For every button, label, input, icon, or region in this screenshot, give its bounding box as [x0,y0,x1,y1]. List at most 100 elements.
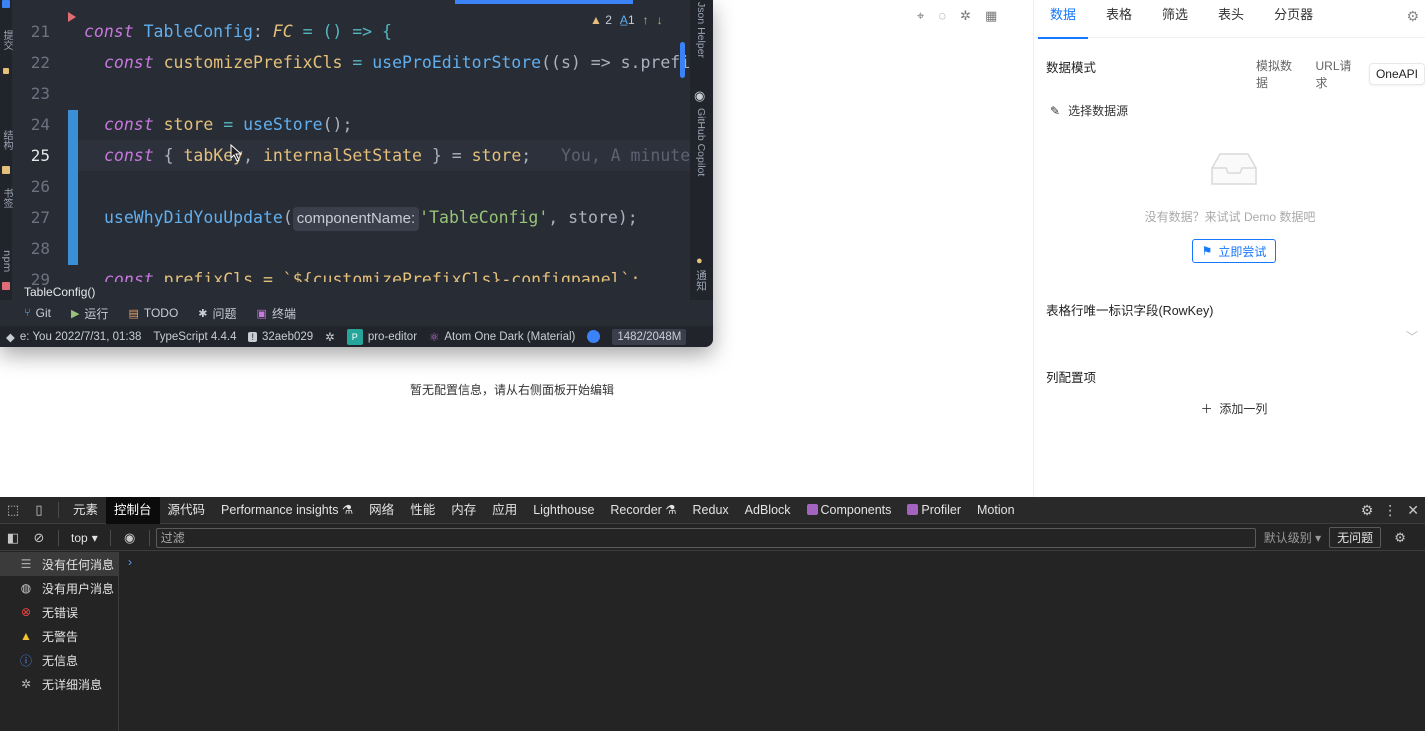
tab-motion[interactable]: Motion [969,497,1023,524]
add-column-label: 添加一列 [1219,402,1268,416]
caret-down-icon: ▾ [91,530,98,545]
kebab-menu-icon[interactable]: ⋮ [1383,502,1397,519]
theme-name: Atom One Dark (Material) [444,330,576,343]
punctuation: : [252,22,273,41]
tab-lighthouse[interactable]: Lighthouse [525,497,602,524]
identifier: store [471,146,522,165]
typescript-status[interactable]: TypeScript 4.4.4 [147,331,242,343]
tab-filter[interactable]: 筛选 [1162,0,1188,38]
sidebar-item-warnings[interactable]: ▲ 无警告 [0,624,118,648]
mode-option-oneapi[interactable]: OneAPI [1368,63,1425,85]
prev-highlight-icon[interactable]: ↑ [643,13,649,27]
next-highlight-icon[interactable]: ↓ [657,13,663,27]
select-data-source[interactable]: ✎ 选择数据源 [1050,102,1128,119]
close-icon[interactable]: ✕ [1407,502,1419,519]
tab-performance-insights[interactable]: Performance insights ⚗ [213,497,361,524]
vcs-change-bar[interactable] [68,110,78,265]
console-settings-icon[interactable]: ⚙ [1387,530,1413,546]
vcs-blame-status[interactable]: ◆ e: You 2022/7/31, 01:38 [0,330,147,344]
problems-icon: ✱ [198,307,208,320]
add-column-button[interactable]: ＋ 添加一列 [1034,400,1425,417]
project-status[interactable]: Ppro-editor [341,328,423,345]
commit-hash: 32aeb029 [262,330,314,343]
eye-icon[interactable]: ◉ [117,530,143,546]
tool-window-terminal[interactable]: ▣ 终端 [257,305,296,322]
warning-icon: ▲ [20,629,32,643]
mode-option-url[interactable]: URL请求 [1309,54,1360,94]
tab-label: Recorder [610,502,662,517]
tab-console[interactable]: 控制台 [106,496,160,524]
breadcrumb[interactable]: TableConfig() [12,282,95,302]
tool-window-todo[interactable]: ▤ TODO [128,306,178,320]
log-levels-select[interactable]: 默认级别 ▾ [1256,529,1329,546]
tool-tab-npm[interactable]: npm [0,250,12,272]
info-count-value: 1 [627,13,635,27]
tab-data[interactable]: 数据 [1037,0,1089,39]
sidebar-item-verbose[interactable]: ✲ 无详细消息 [0,672,118,696]
qrcode-icon[interactable]: ▦ [985,8,997,24]
keyword: const [104,146,154,165]
warning-count[interactable]: ▲ 2 [590,13,612,27]
try-demo-button[interactable]: ⚑ 立即尝试 [1192,239,1276,263]
tool-window-run[interactable]: ▶ 运行 [71,305,108,322]
tab-pagination[interactable]: 分页器 [1274,0,1313,38]
context-select[interactable]: top ▾ [65,531,104,545]
tool-tab-copilot[interactable]: GitHub Copilot [695,108,707,176]
tab-recorder[interactable]: Recorder ⚗ [602,497,684,524]
identifier: customizePrefixCls [163,53,343,72]
code-line-29: const prefixCls = `${customizePrefixCls}… [104,264,690,282]
tab-memory[interactable]: 内存 [443,497,484,524]
tab-performance[interactable]: 性能 [402,497,443,524]
tab-adblock[interactable]: AdBlock [737,497,799,524]
tool-tab-bookmarks[interactable]: 书签 [0,188,12,208]
clear-console-icon[interactable]: ⊘ [26,530,52,546]
device-toolbar-icon[interactable]: ▯ [26,502,52,518]
commit-status[interactable]: ! 32aeb029 [242,331,319,343]
issues-button[interactable]: 无问题 [1329,527,1382,548]
inspection-widget[interactable]: ▲ 2 A̲1 ↑ ↓ [590,10,663,30]
tool-window-git[interactable]: ⑂ Git [24,306,51,320]
sidebar-item-all[interactable]: ☰ 没有任何消息 [0,552,118,576]
tab-redux[interactable]: Redux [685,497,737,524]
line-number: 21 [30,22,50,41]
info-count[interactable]: A̲1 [620,13,635,27]
tool-tab-structure[interactable]: 结构 [0,130,12,150]
mode-option-mock[interactable]: 模拟数据 [1250,54,1301,94]
tab-sources[interactable]: 源代码 [160,497,214,524]
ide-status-bar: ◆ e: You 2022/7/31, 01:38 TypeScript 4.4.… [0,326,713,347]
locate-icon[interactable]: ⌖ [917,8,924,24]
sidebar-item-label: 无信息 [42,653,79,668]
commit-dot [3,68,9,74]
code-editor[interactable]: const TableConfig: FC = () => { const cu… [78,0,690,282]
breakpoint-marker[interactable] [68,12,76,22]
debug-icon[interactable]: ✲ [960,8,971,24]
tool-window-problems[interactable]: ✱ 问题 [198,305,236,322]
rowkey-select[interactable]: ﹀ [1046,322,1418,350]
console-filter-input[interactable]: 过滤 [155,527,1256,548]
tab-components[interactable]: Components [799,497,900,524]
config-panel: 数据 表格 筛选 表头 分页器 ⚙ 数据模式 模拟数据 URL请求 OneAPI… [1033,0,1425,497]
theme-status[interactable]: ⚛ Atom One Dark (Material) [423,330,581,344]
sidebar-item-user[interactable]: ◍ 没有用户消息 [0,576,118,600]
inspect-element-icon[interactable]: ⬚ [0,502,26,518]
tool-tab-json-helper[interactable]: Json Helper [695,2,707,58]
settings-icon[interactable]: ⚙ [1361,502,1374,519]
tool-tab-notifications[interactable]: 通知 [695,270,707,291]
editor-scrollbar[interactable] [680,42,685,78]
sidebar-item-errors[interactable]: ⊗ 无错误 [0,600,118,624]
bug-icon[interactable]: ✲ [319,330,341,344]
sidebar-item-info[interactable]: ⓘ 无信息 [0,648,118,672]
tab-header[interactable]: 表头 [1218,0,1244,38]
code-line-25: const { tabKey, internalSetState } = sto… [78,140,690,171]
tab-application[interactable]: 应用 [484,497,525,524]
gear-icon[interactable]: ⚙ [1406,8,1419,25]
memory-indicator[interactable]: 1482/2048M [606,328,692,345]
tab-network[interactable]: 网络 [361,497,402,524]
sidebar-toggle-icon[interactable]: ◧ [0,530,26,546]
console-prompt-icon[interactable]: › [128,555,132,569]
bulb-icon[interactable]: ◌ [938,8,946,24]
tool-tab-commit[interactable]: 提交 [0,30,12,50]
tab-table[interactable]: 表格 [1106,0,1132,38]
tab-profiler[interactable]: Profiler [899,497,969,524]
tab-elements[interactable]: 元素 [65,497,106,524]
